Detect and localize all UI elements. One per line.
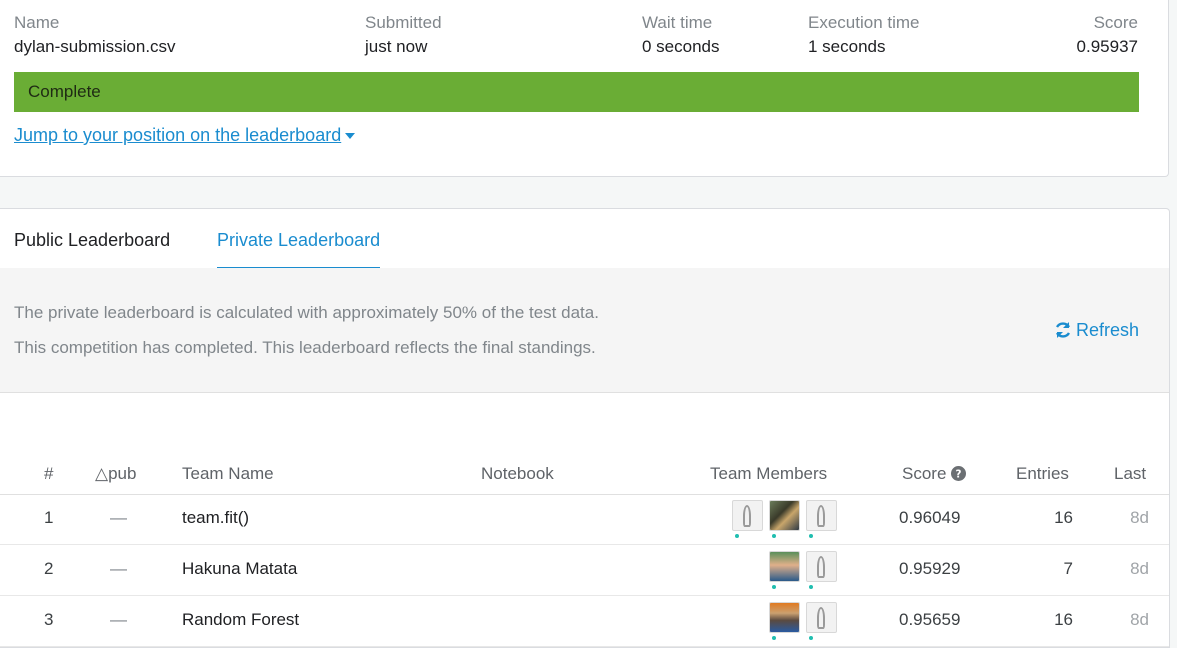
- tab-private-leaderboard[interactable]: Private Leaderboard: [217, 229, 381, 270]
- avatar[interactable]: [769, 500, 800, 538]
- online-dot: [772, 534, 776, 538]
- name-value: dylan-submission.csv: [14, 37, 176, 56]
- score-value: 0.95937: [1076, 37, 1138, 56]
- team-name[interactable]: Hakuna Matata: [182, 559, 297, 579]
- table-header: # △pub Team Name Notebook Team Members S…: [0, 461, 1169, 495]
- help-icon[interactable]: ?: [951, 466, 967, 481]
- name-header: Name: [14, 13, 60, 32]
- submitted-header: Submitted: [365, 13, 442, 32]
- team-members: [732, 500, 837, 538]
- online-dot: [809, 585, 813, 589]
- exec-value: 1 seconds: [808, 37, 886, 56]
- rank: 2: [44, 559, 54, 578]
- entries: 7: [1063, 559, 1073, 578]
- header-notebook: Notebook: [481, 464, 554, 483]
- team-members: [769, 551, 837, 589]
- table-row[interactable]: 2 — Hakuna Matata 0.95929 7 8d: [0, 545, 1169, 596]
- team-members: [769, 602, 837, 640]
- submission-score: Score 0.95937: [1077, 12, 1138, 60]
- avatar[interactable]: [806, 551, 837, 589]
- jump-to-position-link[interactable]: Jump to your position on the leaderboard: [14, 123, 356, 147]
- submission-submitted: Submitted just now: [365, 12, 442, 60]
- caret-down-icon: [345, 133, 356, 140]
- submission-exec: Execution time 1 seconds: [808, 12, 920, 60]
- online-dot: [809, 534, 813, 538]
- rank: 1: [44, 508, 54, 527]
- wait-header: Wait time: [642, 13, 713, 32]
- delta-pub: —: [110, 559, 127, 578]
- jump-link-label: Jump to your position on the leaderboard: [14, 125, 342, 145]
- leaderboard-card: Public Leaderboard Private Leaderboard T…: [0, 208, 1170, 648]
- header-last: Last: [1114, 464, 1147, 483]
- table-row[interactable]: 3 — Random Forest 0.95659 16 8d: [0, 596, 1169, 647]
- delta-pub: —: [110, 610, 127, 629]
- submission-wait: Wait time 0 seconds: [642, 12, 720, 60]
- avatar[interactable]: [769, 551, 800, 589]
- rank: 3: [44, 610, 54, 629]
- wait-value: 0 seconds: [642, 37, 720, 56]
- last: 8d: [1130, 559, 1149, 578]
- avatar[interactable]: [769, 602, 800, 640]
- team-name[interactable]: Random Forest: [182, 610, 299, 630]
- avatar[interactable]: [806, 602, 837, 640]
- header-score: Score ?: [902, 464, 967, 484]
- submitted-value: just now: [365, 37, 428, 56]
- exec-header: Execution time: [808, 13, 920, 32]
- entries: 16: [1054, 508, 1073, 527]
- online-dot: [772, 636, 776, 640]
- avatar[interactable]: [806, 500, 837, 538]
- delta-pub: —: [110, 508, 127, 527]
- svg-text:?: ?: [956, 468, 962, 480]
- header-team-members: Team Members: [710, 464, 828, 483]
- score: 0.96049: [899, 508, 961, 527]
- last: 8d: [1130, 508, 1149, 527]
- info-line-1: The private leaderboard is calculated wi…: [14, 303, 599, 322]
- leaderboard-tabs: Public Leaderboard Private Leaderboard: [0, 209, 1169, 270]
- status-bar: Complete: [14, 72, 1139, 112]
- last: 8d: [1130, 610, 1149, 629]
- score: 0.95929: [899, 559, 961, 578]
- info-line-2: This competition has completed. This lea…: [14, 338, 596, 357]
- entries: 16: [1054, 610, 1073, 629]
- submission-name: Name dylan-submission.csv: [14, 12, 176, 60]
- refresh-icon: [1055, 322, 1070, 338]
- tab-public-leaderboard[interactable]: Public Leaderboard: [14, 229, 170, 267]
- score: 0.95659: [899, 610, 961, 629]
- header-delta-pub: △pub: [95, 464, 137, 483]
- team-name[interactable]: team.fit(): [182, 508, 249, 528]
- online-dot: [772, 585, 776, 589]
- table-row[interactable]: 1 — team.fit() 0.96049 16 8d: [0, 494, 1169, 545]
- header-rank: #: [44, 464, 54, 483]
- header-entries: Entries: [1016, 464, 1069, 483]
- header-team-name: Team Name: [182, 464, 274, 483]
- refresh-label: Refresh: [1075, 320, 1139, 340]
- submission-card: Name dylan-submission.csv Submitted just…: [0, 0, 1169, 177]
- header-score-label: Score: [902, 464, 947, 483]
- online-dot: [735, 534, 739, 538]
- leaderboard-info: The private leaderboard is calculated wi…: [0, 268, 1169, 393]
- online-dot: [809, 636, 813, 640]
- avatar[interactable]: [732, 500, 763, 538]
- score-header: Score: [1093, 13, 1138, 32]
- refresh-button[interactable]: Refresh: [1054, 320, 1139, 341]
